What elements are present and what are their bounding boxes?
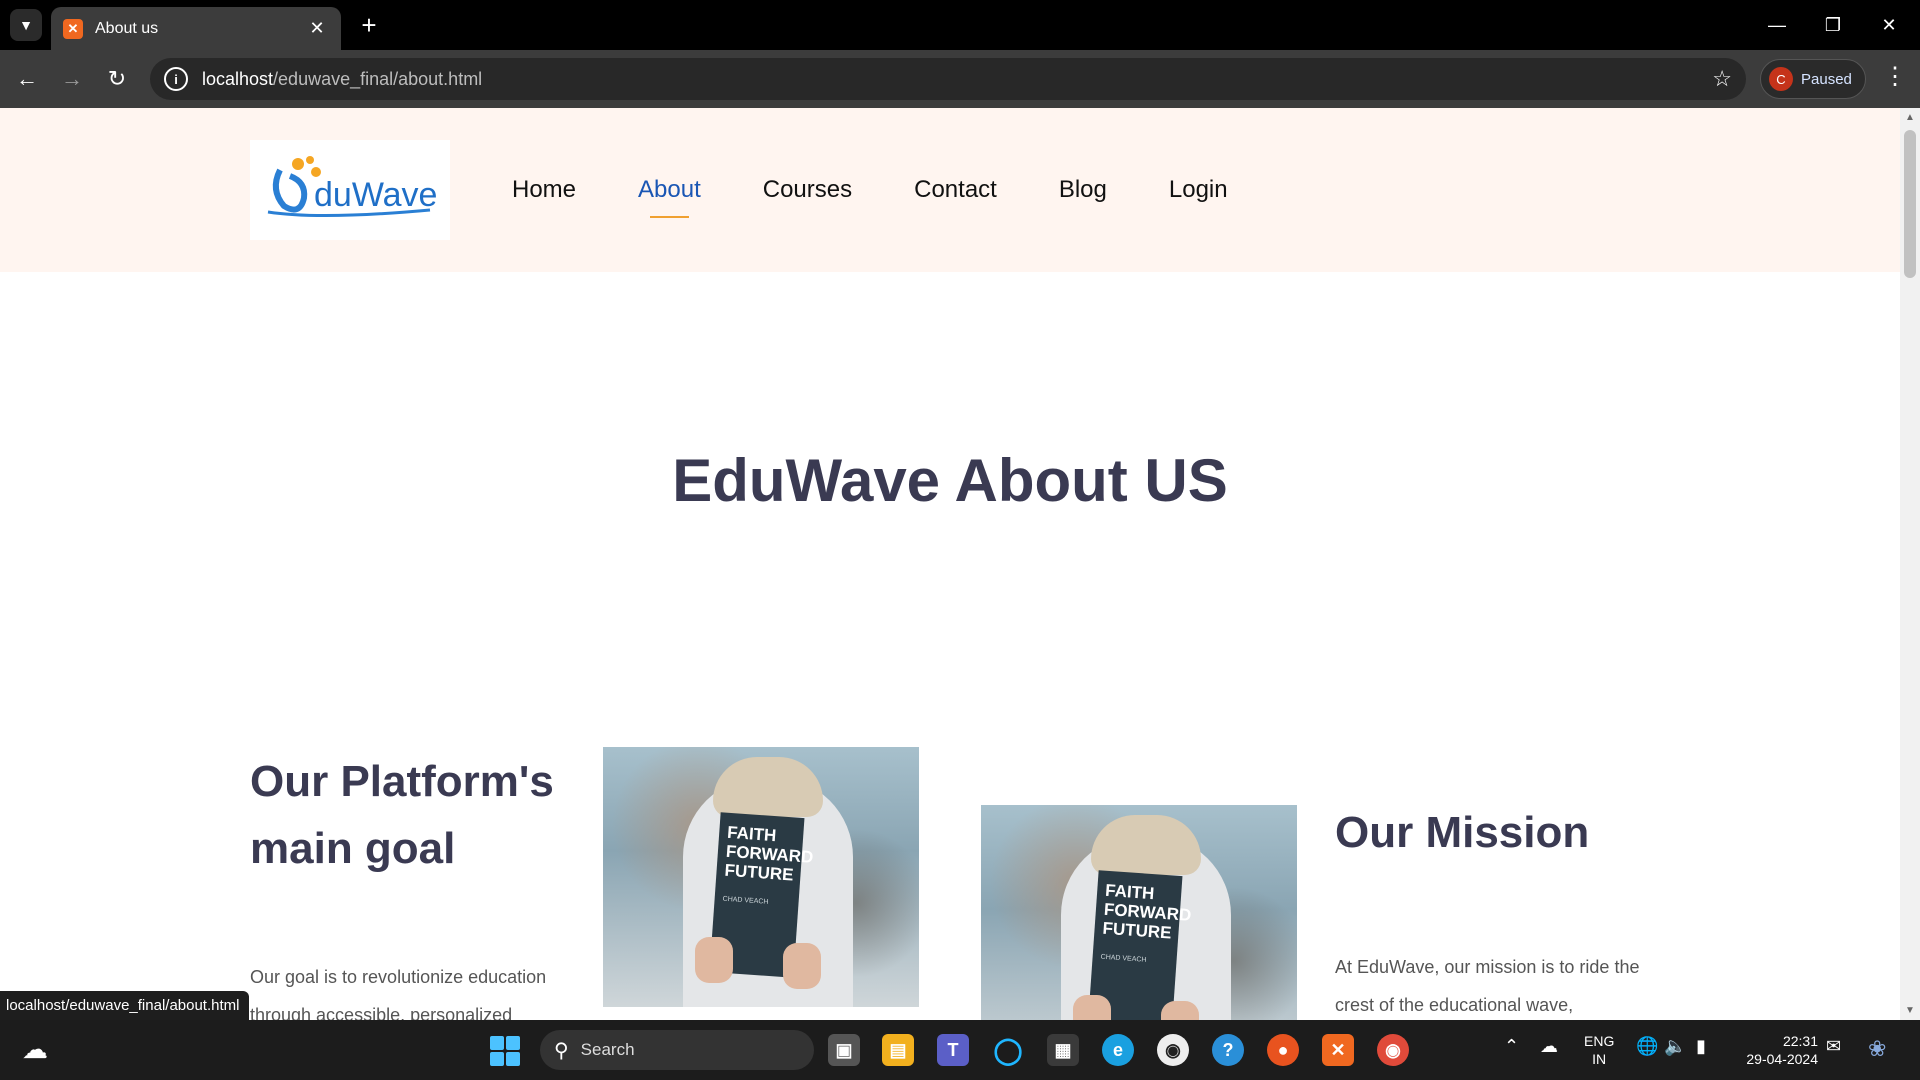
back-arrow-icon[interactable]: ←: [10, 62, 44, 96]
notifications-icon[interactable]: ✉: [1826, 1036, 1841, 1057]
language-indicator[interactable]: ENG IN: [1584, 1032, 1614, 1068]
minimize-icon[interactable]: —: [1754, 8, 1800, 42]
address-bar[interactable]: i localhost/eduwave_final/about.html ☆: [150, 58, 1746, 100]
taskbar-search-label: Search: [580, 1040, 635, 1059]
mission-text: At EduWave, our mission is to ride the c…: [1335, 957, 1640, 1015]
taskbar: ☁ ⚲ Search ▣ ▤ T ◯ ▦ e ◉ ? ● ✕ ◉ ⌃ ☁ ENG…: [0, 1020, 1920, 1080]
battery-icon[interactable]: ▮: [1696, 1036, 1706, 1057]
image-hair: [713, 757, 823, 817]
page-scrollbar[interactable]: ▲ ▼: [1900, 108, 1920, 1020]
main-nav: Home About Courses Contact Blog Login: [512, 176, 1290, 218]
link-status-tooltip: localhost/eduwave_final/about.html: [0, 991, 250, 1020]
taskbar-search[interactable]: ⚲ Search: [540, 1030, 814, 1070]
firefox-icon[interactable]: ●: [1267, 1034, 1299, 1066]
page-title: EduWave About US: [672, 447, 1228, 514]
onedrive-icon[interactable]: ☁: [1540, 1036, 1558, 1057]
nav-login[interactable]: Login: [1169, 176, 1228, 204]
region-code: IN: [1592, 1051, 1607, 1067]
xampp-icon[interactable]: ✕: [1322, 1034, 1354, 1066]
task-view-icon[interactable]: ▣: [828, 1034, 860, 1066]
reload-icon[interactable]: ↻: [100, 62, 134, 96]
teams-icon[interactable]: T: [937, 1034, 969, 1066]
browser-tab[interactable]: ✕ About us ✕: [51, 7, 341, 50]
mission-heading: Our Mission: [1335, 808, 1590, 857]
tray-overflow-icon[interactable]: ⌃: [1504, 1036, 1519, 1057]
url-path: /eduwave_final/about.html: [273, 68, 483, 89]
more-menu-icon[interactable]: ⋮: [1880, 62, 1910, 91]
site-header: duWave Home About Courses Contact Blog L…: [0, 108, 1900, 272]
avatar: C: [1769, 67, 1793, 91]
url-host: localhost: [202, 68, 274, 89]
language-code: ENG: [1584, 1033, 1615, 1049]
microsoft-store-icon[interactable]: ▦: [1047, 1034, 1079, 1066]
close-tab-icon[interactable]: ✕: [305, 18, 329, 39]
nav-blog[interactable]: Blog: [1059, 176, 1107, 204]
scroll-thumb[interactable]: [1904, 130, 1916, 278]
search-icon: ⚲: [554, 1039, 569, 1062]
clock-date: 29-04-2024: [1746, 1051, 1818, 1067]
weather-icon[interactable]: ☁: [22, 1034, 62, 1066]
logo-text: duWave: [314, 176, 437, 214]
help-icon[interactable]: ?: [1212, 1034, 1244, 1066]
xampp-favicon-icon: ✕: [63, 18, 83, 39]
profile-status: Paused: [1801, 70, 1852, 88]
nav-courses[interactable]: Courses: [763, 176, 852, 204]
page-viewport: duWave Home About Courses Contact Blog L…: [0, 108, 1900, 1020]
file-explorer-icon[interactable]: ▤: [882, 1034, 914, 1066]
goal-heading-line1: Our Platform's: [250, 757, 554, 806]
eduwave-logo[interactable]: duWave: [250, 140, 450, 240]
tab-title: About us: [95, 19, 159, 37]
tab-search-button[interactable]: ▼: [10, 9, 42, 41]
scroll-down-icon[interactable]: ▼: [1900, 1005, 1920, 1016]
nav-contact[interactable]: Contact: [914, 176, 997, 204]
github-icon[interactable]: ◉: [1157, 1034, 1189, 1066]
chrome-icon[interactable]: ◉: [1377, 1034, 1409, 1066]
image-hand-left: [695, 937, 733, 983]
profile-button[interactable]: C Paused: [1760, 59, 1866, 99]
chevron-down-icon: ▼: [19, 17, 33, 33]
windows-start-icon[interactable]: [490, 1036, 520, 1066]
goal-heading-line2: main goal: [250, 824, 456, 873]
book-author: CHAD VEACH: [722, 895, 769, 906]
scroll-up-icon[interactable]: ▲: [1900, 112, 1920, 123]
site-info-icon[interactable]: i: [164, 67, 188, 91]
copilot-icon[interactable]: ❀: [1868, 1036, 1886, 1062]
cortana-icon[interactable]: ◯: [992, 1034, 1024, 1066]
system-clock[interactable]: 22:31 29-04-2024: [1738, 1032, 1818, 1068]
nav-home[interactable]: Home: [512, 176, 576, 204]
browser-toolbar: ← → ↻ i localhost/eduwave_final/about.ht…: [0, 50, 1920, 108]
bookmark-star-icon[interactable]: ☆: [1712, 66, 1732, 92]
url-text[interactable]: localhost/eduwave_final/about.html: [202, 69, 1712, 90]
goal-text: Our goal is to revolutionize education t…: [250, 967, 547, 1020]
book-title-line3: FUTURE: [1101, 918, 1173, 943]
network-icon[interactable]: 🌐: [1636, 1036, 1658, 1057]
logo-icon: duWave: [267, 156, 437, 218]
volume-icon[interactable]: 🔈: [1664, 1036, 1686, 1057]
image-hair: [1091, 815, 1201, 875]
book-title-line3: FUTURE: [723, 860, 795, 885]
forward-arrow-icon[interactable]: →: [55, 62, 89, 96]
new-tab-button[interactable]: +: [354, 10, 384, 40]
tab-strip: ▼ ✕ About us ✕ + — ❐ ✕: [0, 0, 1920, 50]
mission-image: FAITH FORWARD FUTURE CHAD VEACH: [981, 805, 1297, 1020]
clock-time: 22:31: [1782, 1033, 1818, 1049]
image-hand-left: [1073, 995, 1111, 1020]
image-hand-right: [1161, 1001, 1199, 1020]
close-window-icon[interactable]: ✕: [1866, 8, 1912, 42]
image-hand-right: [783, 943, 821, 989]
edge-icon[interactable]: e: [1102, 1034, 1134, 1066]
goal-heading: Our Platform's main goal: [250, 748, 580, 882]
book-author: CHAD VEACH: [1100, 953, 1147, 964]
goal-image: FAITH FORWARD FUTURE CHAD VEACH: [603, 747, 919, 1007]
restore-icon[interactable]: ❐: [1810, 8, 1856, 42]
nav-about[interactable]: About: [638, 176, 701, 218]
